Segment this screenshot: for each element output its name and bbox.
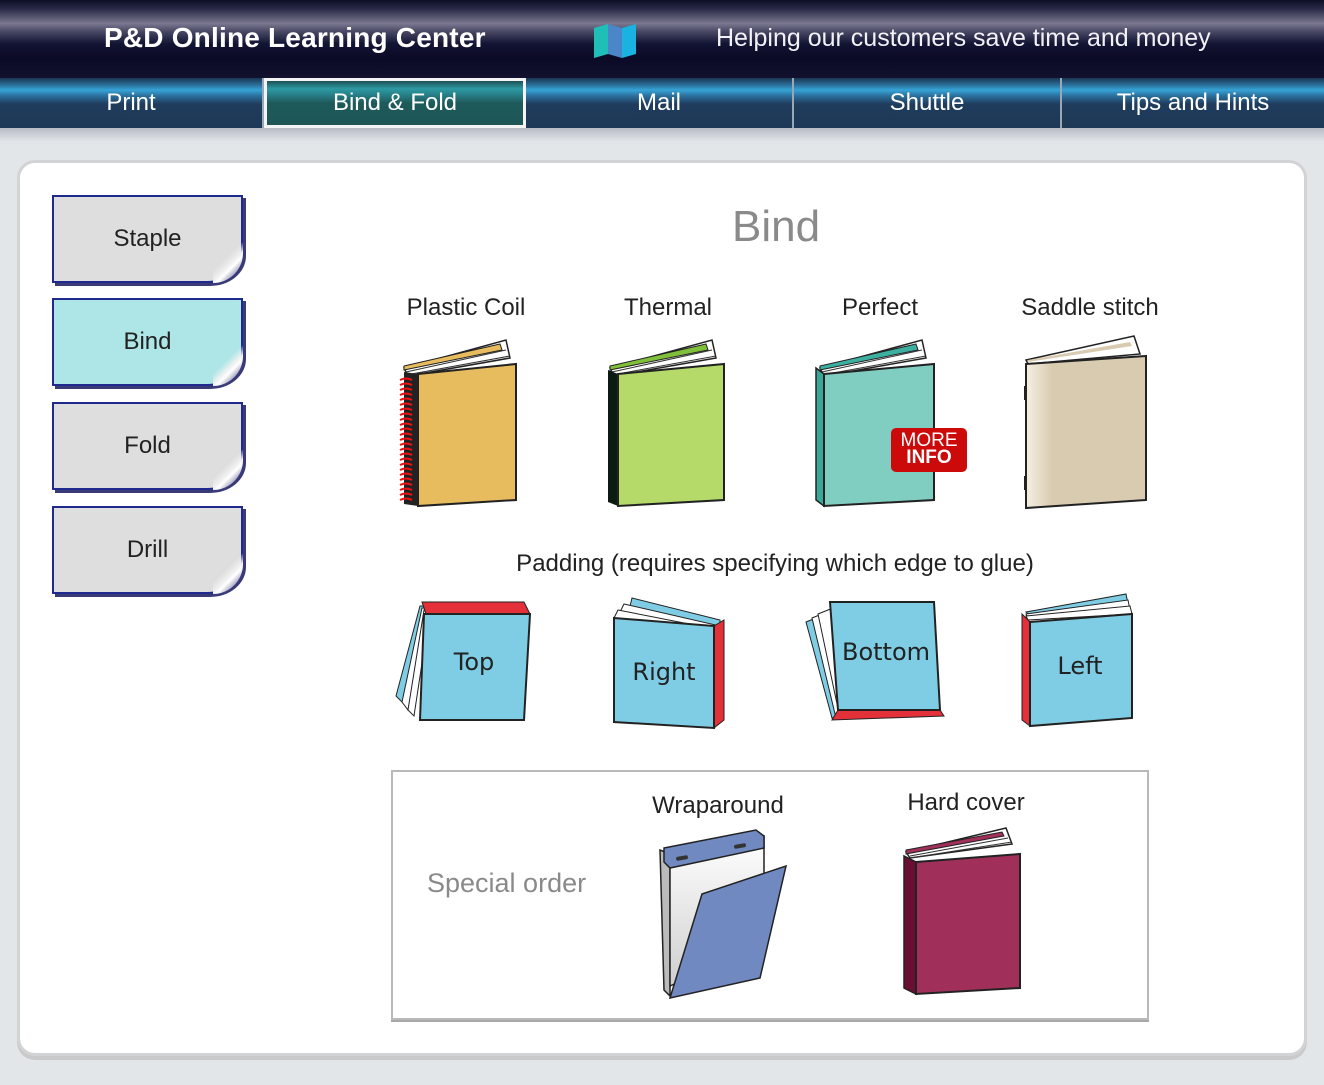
sidebar-item-label: Staple	[113, 225, 182, 252]
binding-label-perfect: Perfect	[841, 294, 919, 321]
padding-label-left: Left	[1057, 652, 1102, 680]
more-info-line2: INFO	[906, 447, 952, 468]
padding-top-option[interactable]: Top	[394, 600, 534, 724]
sidebar-item-drill[interactable]: Drill	[52, 506, 243, 594]
plastic-coil-book-icon[interactable]	[396, 336, 521, 508]
tab-tips-and-hints[interactable]: Tips and Hints	[1062, 78, 1324, 128]
wraparound-binder-icon[interactable]	[656, 828, 788, 1000]
main-nav: Print Bind & Fold Mail Shuttle Tips and …	[0, 78, 1324, 128]
tab-shuttle[interactable]: Shuttle	[794, 78, 1062, 128]
tab-bind-fold[interactable]: Bind & Fold	[264, 78, 526, 128]
padding-label-top: Top	[453, 648, 495, 676]
tab-label: Bind & Fold	[332, 89, 458, 116]
folded-map-icon	[592, 22, 640, 58]
saddle-stitch-book-icon[interactable]	[1022, 334, 1152, 510]
hard-cover-book-icon[interactable]	[900, 826, 1026, 998]
padding-left-option[interactable]: Left	[1020, 592, 1136, 728]
padding-title: Padding (requires specifying which edge …	[516, 550, 1034, 577]
special-label-hard-cover: Hard cover	[907, 789, 1025, 816]
padding-label-right: Right	[632, 658, 695, 686]
sidebar-item-staple[interactable]: Staple	[52, 195, 243, 283]
sidebar-item-label: Bind	[123, 328, 172, 355]
tab-label: Mail	[636, 89, 681, 116]
special-order-label: Special order	[427, 868, 587, 898]
perfect-bound-book-icon[interactable]	[812, 336, 937, 508]
binding-label-saddle-stitch: Saddle stitch	[1021, 294, 1159, 321]
sidebar-item-label: Fold	[124, 432, 171, 459]
sidebar-item-label: Drill	[126, 536, 169, 563]
special-label-wraparound: Wraparound	[652, 792, 784, 819]
tab-mail[interactable]: Mail	[526, 78, 794, 128]
tab-label: Print	[106, 89, 156, 116]
binding-label-thermal: Thermal	[623, 294, 713, 321]
binding-label-plastic-coil: Plastic Coil	[406, 294, 526, 321]
padding-right-option[interactable]: Right	[610, 594, 730, 730]
sidebar-item-fold[interactable]: Fold	[52, 402, 243, 490]
tab-print[interactable]: Print	[0, 78, 264, 128]
padding-label-bottom: Bottom	[842, 638, 930, 666]
nav-shadow	[0, 128, 1324, 142]
tab-label: Tips and Hints	[1116, 89, 1270, 116]
padding-bottom-option[interactable]: Bottom	[804, 600, 946, 724]
sidebar-item-bind[interactable]: Bind	[52, 298, 243, 386]
site-tagline: Helping our customers save time and mone…	[716, 24, 1211, 52]
page-title: Bind	[732, 202, 821, 251]
site-title: P&D Online Learning Center	[104, 22, 486, 53]
site-header: P&D Online Learning Center Helping our c…	[0, 0, 1324, 78]
thermal-book-icon[interactable]	[602, 336, 727, 508]
tab-label: Shuttle	[889, 89, 965, 116]
more-info-button[interactable]: MORE INFO	[891, 428, 967, 472]
